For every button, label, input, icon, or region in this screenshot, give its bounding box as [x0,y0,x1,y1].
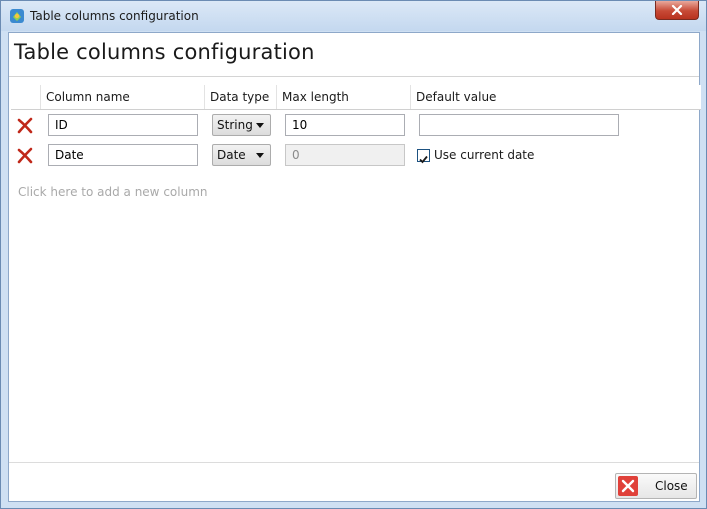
max-length-input [285,144,405,166]
dialog-body: Table columns configuration Column name … [8,32,701,502]
close-button-label: Close [655,479,688,493]
app-icon [10,9,24,23]
data-type-value: Date [217,148,246,162]
data-type-dropdown[interactable]: String [212,114,271,136]
use-current-date-checkbox[interactable] [417,149,430,164]
table-row: Date Use current date [11,141,701,171]
close-icon[interactable] [655,1,699,20]
dialog-window: Table columns configuration Table column… [0,0,707,509]
close-red-icon [618,476,638,496]
page-title: Table columns configuration [14,40,315,64]
use-current-date-label: Use current date [434,148,535,162]
column-name-input[interactable] [48,114,198,136]
chevron-down-icon [256,153,264,158]
heading-divider [9,76,699,77]
footer-divider [9,462,699,463]
data-type-dropdown[interactable]: Date [212,144,271,166]
data-type-value: String [217,118,253,132]
header-delete-col [11,85,41,109]
table-row: String [11,111,701,141]
default-value-input[interactable] [419,114,619,136]
max-length-input[interactable] [285,114,405,136]
window-title: Table columns configuration [30,9,199,23]
delete-x-icon[interactable] [16,117,34,135]
close-button[interactable]: Close [615,473,697,499]
delete-x-icon[interactable] [16,147,34,165]
header-max-length: Max length [277,85,411,109]
checkmark-icon [419,155,428,164]
column-name-input[interactable] [48,144,198,166]
header-default-value: Default value [416,90,497,104]
header-data-type: Data type [205,85,277,109]
chevron-down-icon [256,123,264,128]
grid-header: Column name Data type Max length Default… [11,85,701,110]
header-column-name: Column name [41,85,205,109]
title-bar[interactable]: Table columns configuration [1,1,706,31]
add-column-link[interactable]: Click here to add a new column [18,185,208,199]
